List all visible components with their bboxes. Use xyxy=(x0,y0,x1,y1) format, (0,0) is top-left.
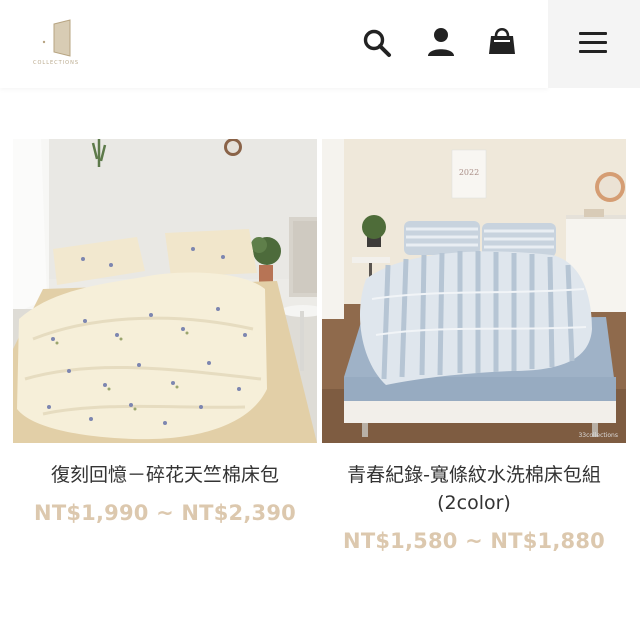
image-watermark: 33collections xyxy=(578,432,618,439)
account-icon xyxy=(428,28,454,56)
search-button[interactable] xyxy=(360,26,394,60)
product-title-line-1: 青春紀錄-寬條紋水洗棉床包組 xyxy=(347,464,601,486)
logo-text: COLLECTIONS xyxy=(32,60,80,66)
account-button[interactable] xyxy=(424,25,458,59)
menu-icon-bar xyxy=(579,50,607,53)
calendar-text: 2022 xyxy=(459,168,479,177)
site-header: COLLECTIONS xyxy=(0,0,548,88)
product-card[interactable]: 2022 33collections 青春紀錄-寬條紋水洗棉床包組 (2colo… xyxy=(322,139,626,553)
product-price: NT$1,990 ~ NT$2,390 xyxy=(34,501,296,525)
product-title[interactable]: 復刻回憶－碎花天竺棉床包 xyxy=(13,461,317,489)
search-icon xyxy=(363,29,391,57)
product-price: NT$1,580 ~ NT$1,880 xyxy=(343,529,605,553)
cart-button[interactable] xyxy=(485,24,519,58)
menu-button[interactable] xyxy=(577,30,609,56)
product-title[interactable]: 青春紀錄-寬條紋水洗棉床包組 (2color) xyxy=(322,461,626,517)
menu-area xyxy=(548,0,640,88)
shopping-bag-icon xyxy=(489,27,515,54)
product-image[interactable] xyxy=(13,139,317,443)
product-card[interactable]: 復刻回憶－碎花天竺棉床包 NT$1,990 ~ NT$2,390 xyxy=(13,139,317,525)
menu-icon xyxy=(579,32,607,35)
logo[interactable] xyxy=(30,18,82,66)
product-title-line-2: (2color) xyxy=(437,492,511,514)
product-image[interactable]: 2022 33collections xyxy=(322,139,626,443)
logo-mark-icon xyxy=(42,19,71,57)
menu-icon-bar xyxy=(579,41,607,44)
